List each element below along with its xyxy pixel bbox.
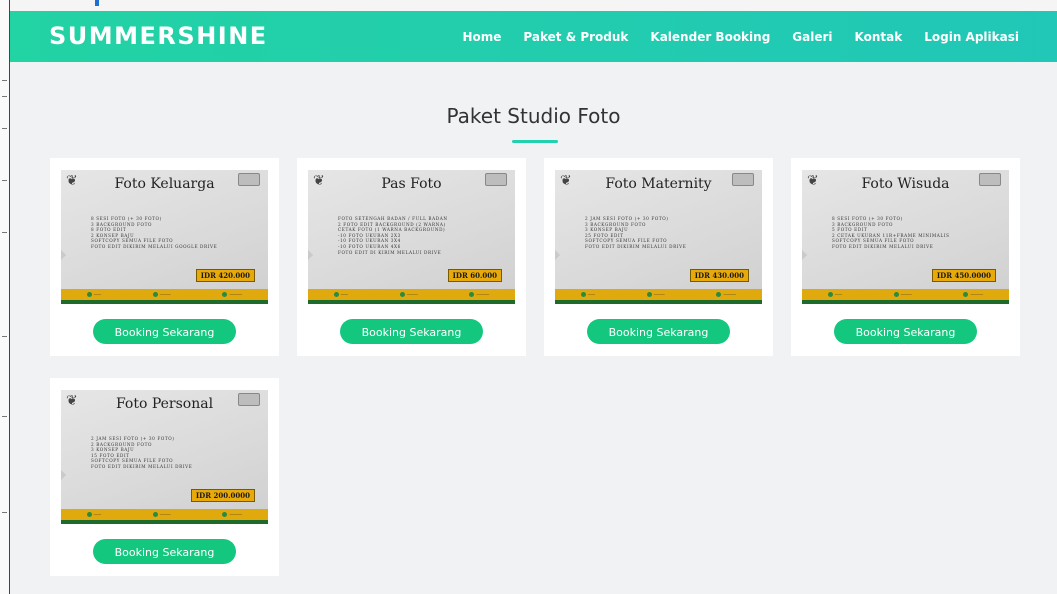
package-card: ❦ Pas Foto FOTO SETENGAH BADAN / FULL BA…: [297, 158, 526, 356]
instagram-contact: ──────: [152, 292, 171, 297]
poster-footer-stripe: [308, 300, 515, 304]
brand-logo[interactable]: SUMMERSHINE: [49, 20, 268, 52]
camera-logo-icon: [979, 173, 1001, 186]
contact-bar: ──── ────── ───────: [61, 289, 268, 300]
globe-icon: [222, 292, 228, 297]
package-card: ❦ Foto Keluarga 8 SESI FOTO (+ 30 FOTO) 3…: [50, 158, 279, 356]
booking-button[interactable]: Booking Sekarang: [93, 539, 236, 564]
poster-footer-stripe: [555, 300, 762, 304]
whatsapp-icon: [333, 292, 339, 297]
price-tag: IDR 430.000: [689, 269, 749, 282]
web-contact: ───────: [222, 292, 242, 297]
whatsapp-icon: [827, 292, 833, 297]
package-poster[interactable]: ❦ Foto Maternity 2 JAM SESI FOTO (+ 30 F…: [555, 170, 762, 304]
package-title: Foto Keluarga: [114, 176, 215, 192]
phone-contact: ────: [86, 292, 101, 297]
package-detail-line: FOTO EDIT DI KIRIM MELALUI DRIVE: [338, 249, 442, 255]
package-details: 8 SESI FOTO (+ 30 FOTO) 3 BACKGROUND FOTO…: [91, 216, 261, 250]
contact-bar: ──── ────── ───────: [555, 289, 762, 300]
phone-contact: ────: [580, 292, 595, 297]
phone-contact: ────: [827, 292, 842, 297]
phone-contact: ────: [333, 292, 348, 297]
left-ruler: [0, 0, 10, 594]
section-title: Paket Studio Foto: [446, 104, 621, 128]
booking-button[interactable]: Booking Sekarang: [587, 319, 730, 344]
price-tag: IDR 60.000: [447, 269, 502, 282]
main-nav: Home Paket & Produk Kalender Booking Gal…: [462, 11, 1019, 62]
package-title: Foto Wisuda: [861, 176, 950, 192]
globe-icon: [222, 512, 228, 517]
ruler-marker-icon: [95, 0, 99, 6]
instagram-contact: ──────: [893, 292, 912, 297]
instagram-contact: ──────: [399, 292, 418, 297]
package-title: Foto Personal: [115, 396, 214, 412]
camera-logo-icon: [238, 393, 260, 406]
instagram-contact: ──────: [152, 512, 171, 517]
navbar: SUMMERSHINE Home Paket & Produk Kalender…: [10, 11, 1057, 62]
nav-galeri[interactable]: Galeri: [792, 30, 832, 44]
package-details: FOTO SETENGAH BADAN / FULL BADAN 2 FOTO E…: [338, 216, 508, 255]
phone-contact: ────: [86, 512, 101, 517]
instagram-icon: [646, 292, 652, 297]
web-contact: ───────: [469, 292, 489, 297]
web-contact: ───────: [716, 292, 736, 297]
camera-logo-icon: [732, 173, 754, 186]
package-details: 2 JAM SESI FOTO (+ 30 FOTO) 3 BACKGROUND …: [585, 216, 755, 250]
nav-kalender-booking[interactable]: Kalender Booking: [650, 30, 770, 44]
package-title: Foto Maternity: [605, 176, 712, 192]
camera-logo-icon: [485, 173, 507, 186]
instagram-contact: ──────: [646, 292, 665, 297]
globe-icon: [469, 292, 475, 297]
contact-bar: ──── ────── ───────: [802, 289, 1009, 300]
package-detail-line: FOTO EDIT DIKIRIM MELALUI DRIVE: [832, 243, 934, 249]
nav-kontak[interactable]: Kontak: [855, 30, 903, 44]
package-poster[interactable]: ❦ Pas Foto FOTO SETENGAH BADAN / FULL BA…: [308, 170, 515, 304]
package-title: Pas Foto: [381, 176, 442, 192]
web-contact: ───────: [222, 512, 242, 517]
web-contact: ───────: [963, 292, 983, 297]
package-poster[interactable]: ❦ Foto Wisuda 8 SESI FOTO (+ 30 FOTO) 3 B…: [802, 170, 1009, 304]
package-card: ❦ Foto Maternity 2 JAM SESI FOTO (+ 30 F…: [544, 158, 773, 356]
package-detail-line: FOTO EDIT DIKIRIM MELALUI GOOGLE DRIVE: [91, 243, 218, 249]
nav-login-aplikasi[interactable]: Login Aplikasi: [924, 30, 1019, 44]
title-underline: [512, 140, 558, 143]
poster-footer-stripe: [61, 520, 268, 524]
booking-button[interactable]: Booking Sekarang: [340, 319, 483, 344]
contact-bar: ──── ────── ───────: [308, 289, 515, 300]
package-detail-line: FOTO EDIT DIKIRIM MELALUI DRIVE: [91, 463, 193, 469]
whatsapp-icon: [86, 512, 92, 517]
whatsapp-icon: [86, 292, 92, 297]
package-poster[interactable]: ❦ Foto Keluarga 8 SESI FOTO (+ 30 FOTO) 3…: [61, 170, 268, 304]
package-card: ❦ Foto Personal 2 JAM SESI FOTO (+ 30 FO…: [50, 378, 279, 576]
booking-button[interactable]: Booking Sekarang: [93, 319, 236, 344]
camera-logo-icon: [238, 173, 260, 186]
booking-button[interactable]: Booking Sekarang: [834, 319, 977, 344]
poster-footer-stripe: [802, 300, 1009, 304]
globe-icon: [963, 292, 969, 297]
instagram-icon: [893, 292, 899, 297]
price-tag: IDR 420.000: [195, 269, 255, 282]
price-tag: IDR 200.0000: [190, 489, 255, 502]
instagram-icon: [399, 292, 405, 297]
instagram-icon: [152, 292, 158, 297]
package-poster[interactable]: ❦ Foto Personal 2 JAM SESI FOTO (+ 30 FO…: [61, 390, 268, 524]
nav-paket-produk[interactable]: Paket & Produk: [523, 30, 628, 44]
contact-bar: ──── ────── ───────: [61, 509, 268, 520]
price-tag: IDR 450.0000: [931, 269, 996, 282]
whatsapp-icon: [580, 292, 586, 297]
package-details: 8 SESI FOTO (+ 30 FOTO) 3 BACKGROUND FOTO…: [832, 216, 1002, 250]
globe-icon: [716, 292, 722, 297]
package-detail-line: FOTO EDIT DIKIRIM MELALUI DRIVE: [585, 243, 687, 249]
instagram-icon: [152, 512, 158, 517]
main-content: Paket Studio Foto ❦ Foto Keluarga 8 SESI…: [10, 62, 1057, 594]
package-details: 2 JAM SESI FOTO (+ 30 FOTO) 2 BACKGROUND …: [91, 436, 261, 470]
poster-footer-stripe: [61, 300, 268, 304]
nav-home[interactable]: Home: [462, 30, 501, 44]
package-card: ❦ Foto Wisuda 8 SESI FOTO (+ 30 FOTO) 3 B…: [791, 158, 1020, 356]
top-strip: ʃ: [0, 0, 1057, 11]
